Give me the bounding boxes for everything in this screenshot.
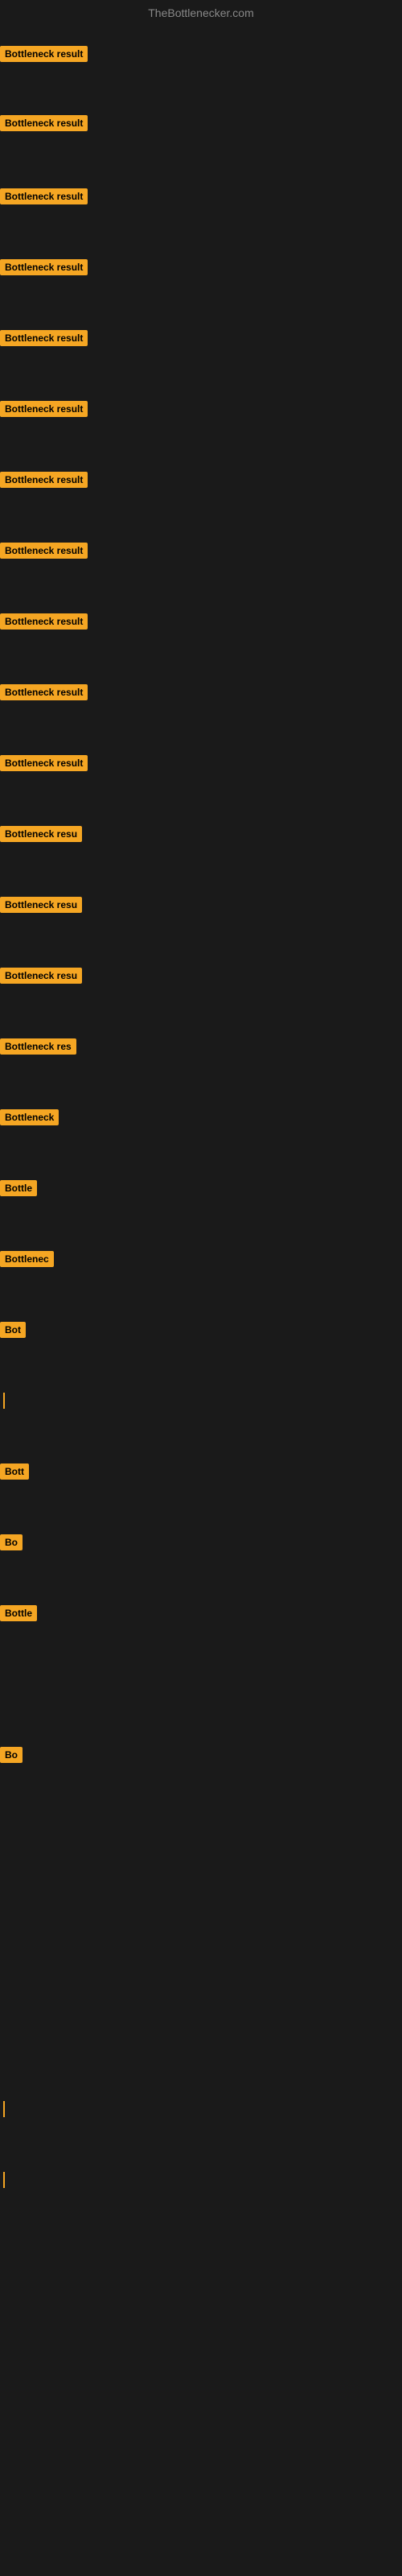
- site-title: TheBottlenecker.com: [0, 6, 402, 19]
- bottleneck-badge[interactable]: Bottleneck: [0, 1109, 59, 1125]
- bottleneck-badge[interactable]: Bottleneck result: [0, 401, 88, 417]
- indicator-line: [3, 2172, 5, 2188]
- bottleneck-badge[interactable]: Bottleneck result: [0, 259, 88, 275]
- bottleneck-badge[interactable]: Bottleneck result: [0, 330, 88, 346]
- bottleneck-badge[interactable]: Bottleneck result: [0, 472, 88, 488]
- bottleneck-badge[interactable]: Bottleneck result: [0, 684, 88, 700]
- bottleneck-badge[interactable]: Bo: [0, 1747, 23, 1763]
- bottleneck-badge[interactable]: Bottleneck result: [0, 115, 88, 131]
- bottleneck-badge[interactable]: Bot: [0, 1322, 26, 1338]
- bottleneck-badge[interactable]: Bottleneck resu: [0, 826, 82, 842]
- indicator-line: [3, 1393, 5, 1409]
- bottleneck-badge[interactable]: Bottleneck res: [0, 1038, 76, 1055]
- indicator-line: [3, 2101, 5, 2117]
- bottleneck-badge[interactable]: Bottlenec: [0, 1251, 54, 1267]
- bottleneck-badge[interactable]: Bottleneck result: [0, 543, 88, 559]
- bottleneck-badge[interactable]: Bottle: [0, 1605, 37, 1621]
- bottleneck-badge[interactable]: Bottleneck result: [0, 188, 88, 204]
- bottleneck-badge[interactable]: Bo: [0, 1534, 23, 1550]
- bottleneck-badge[interactable]: Bottleneck result: [0, 613, 88, 630]
- bottleneck-badge[interactable]: Bottleneck resu: [0, 897, 82, 913]
- bottleneck-badge[interactable]: Bottleneck resu: [0, 968, 82, 984]
- bottleneck-badge[interactable]: Bott: [0, 1463, 29, 1480]
- bottleneck-badge[interactable]: Bottleneck result: [0, 46, 88, 62]
- bottleneck-badge[interactable]: Bottleneck result: [0, 755, 88, 771]
- bottleneck-badge[interactable]: Bottle: [0, 1180, 37, 1196]
